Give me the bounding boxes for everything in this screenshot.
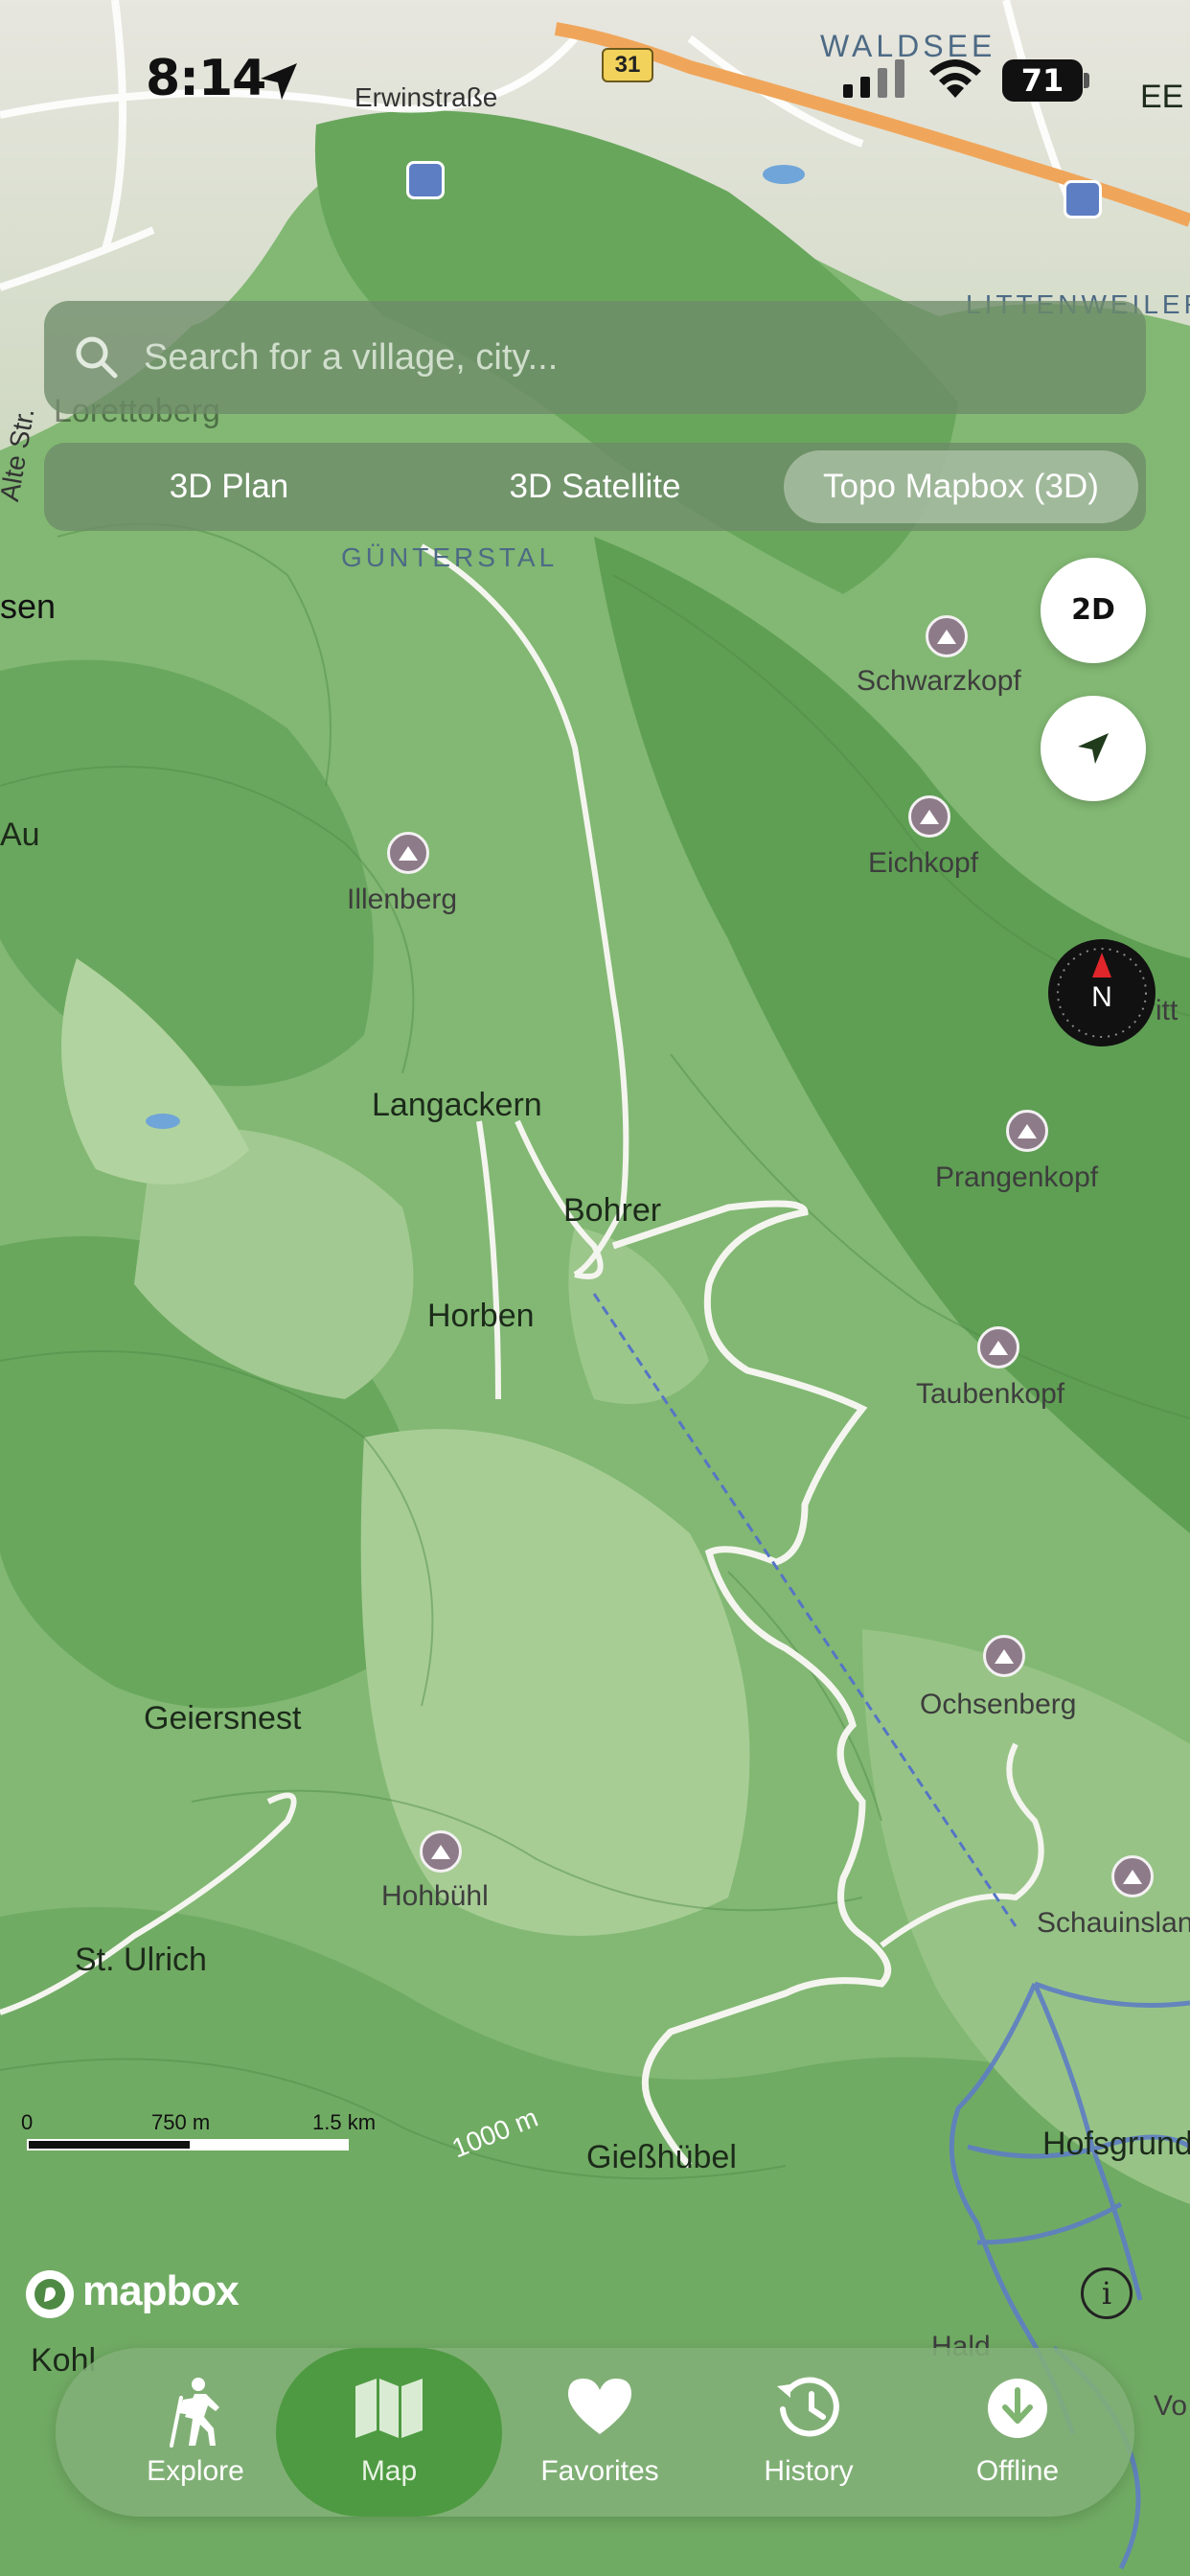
my-location-button[interactable] [1041, 696, 1146, 801]
peak-label-schwarzkopf[interactable]: Schwarzkopf [857, 665, 1021, 698]
mapbox-logo-icon[interactable] [23, 2267, 77, 2321]
mapbox-wordmark[interactable]: mapbox [82, 2267, 240, 2315]
tab-history-label: History [764, 2455, 854, 2487]
peak-label-taubenkopf[interactable]: Taubenkopf [916, 1378, 1064, 1411]
district-label-guenterstal: GÜNTERSTAL [341, 542, 559, 572]
scale-label-zero: 0 [21, 2110, 34, 2134]
map-info-button[interactable]: i [1081, 2267, 1133, 2319]
peak-label-ochsenberg[interactable]: Ochsenberg [920, 1689, 1076, 1721]
map-mode-3d-plan[interactable]: 3D Plan [52, 450, 406, 523]
tab-map[interactable]: Map [276, 2348, 502, 2517]
peak-icon[interactable] [420, 1830, 462, 1873]
place-label-edge-sen[interactable]: sen [0, 586, 56, 627]
compass-button[interactable]: N [1048, 939, 1156, 1046]
peak-icon[interactable] [1111, 1855, 1154, 1898]
map-mode-3d-satellite[interactable]: 3D Satellite [418, 450, 772, 523]
place-label-langackern[interactable]: Langackern [372, 1087, 542, 1124]
place-label-hofsgrund[interactable]: Hofsgrund [1042, 2126, 1190, 2163]
download-icon [988, 2379, 1047, 2438]
place-label-edge-au[interactable]: Au [0, 816, 40, 854]
scale-label-mid: 750 m [151, 2110, 211, 2134]
peak-icon[interactable] [926, 615, 968, 657]
place-label-horben[interactable]: Horben [427, 1298, 535, 1335]
scale-bar [27, 2139, 349, 2150]
peak-label-schauinsland[interactable]: Schauinsland [1037, 1907, 1190, 1940]
tab-offline-label: Offline [975, 2455, 1060, 2487]
map-mode-topo-mapbox[interactable]: Topo Mapbox (3D) [784, 450, 1138, 523]
tab-favorites-label: Favorites [540, 2455, 659, 2487]
status-time: 8:14 [146, 50, 266, 107]
battery-tip [1084, 73, 1089, 88]
place-label-bohrer[interactable]: Bohrer [563, 1192, 661, 1230]
history-icon [777, 2377, 839, 2437]
tab-explore[interactable]: Explore [90, 2348, 301, 2517]
place-label-st-ulrich[interactable]: St. Ulrich [75, 1942, 207, 1979]
location-services-icon [261, 63, 297, 100]
peak-icon[interactable] [983, 1635, 1025, 1677]
cellular-signal-icon [843, 59, 904, 98]
hiker-icon [170, 2378, 219, 2448]
edge-label-ee: EE [1140, 79, 1184, 115]
peak-label-hohbuehl[interactable]: Hohbühl [381, 1880, 489, 1913]
peak-label-eichkopf[interactable]: Eichkopf [868, 847, 978, 880]
peak-label-illenberg[interactable]: Illenberg [347, 884, 457, 916]
wifi-icon [929, 59, 981, 98]
scale-label-max: 1.5 km [312, 2110, 377, 2134]
tab-favorites[interactable]: Favorites [494, 2348, 705, 2517]
train-station-icon[interactable] [406, 161, 445, 199]
peak-icon[interactable] [908, 795, 950, 838]
tab-offline[interactable]: Offline [912, 2348, 1123, 2517]
street-label-erwinstrasse: Erwinstraße [355, 82, 498, 112]
tab-history[interactable]: History [703, 2348, 914, 2517]
search-input[interactable] [144, 301, 1102, 414]
search-bar[interactable] [44, 301, 1146, 414]
peak-icon[interactable] [977, 1326, 1019, 1368]
map-mode-selector: 3D Plan 3D Satellite Topo Mapbox (3D) [44, 443, 1146, 531]
compass-north-label: N [1091, 981, 1112, 1013]
place-label-giesshuebel[interactable]: Gießhübel [586, 2139, 737, 2176]
peak-label-prangenkopf[interactable]: Prangenkopf [935, 1162, 1098, 1194]
train-station-icon[interactable] [1064, 180, 1102, 218]
peak-icon[interactable] [387, 832, 429, 874]
tab-explore-label: Explore [147, 2455, 244, 2487]
map-icon [355, 2379, 423, 2438]
tab-map-label: Map [360, 2455, 418, 2487]
edge-label-itt: itt [1156, 995, 1179, 1026]
peak-icon[interactable] [1006, 1110, 1048, 1152]
bottom-tab-bar: Explore Map Favorites History Offline [56, 2348, 1134, 2517]
search-icon [76, 336, 118, 379]
battery-indicator: 71 [1002, 59, 1083, 102]
toggle-2d-button[interactable]: 2D [1041, 558, 1146, 663]
location-arrow-icon [1078, 733, 1109, 764]
heart-icon [568, 2379, 631, 2434]
road-number-badge: 31 [602, 48, 653, 82]
place-label-geiersnest[interactable]: Geiersnest [144, 1700, 301, 1737]
edge-label-vo: Vo [1154, 2390, 1188, 2422]
